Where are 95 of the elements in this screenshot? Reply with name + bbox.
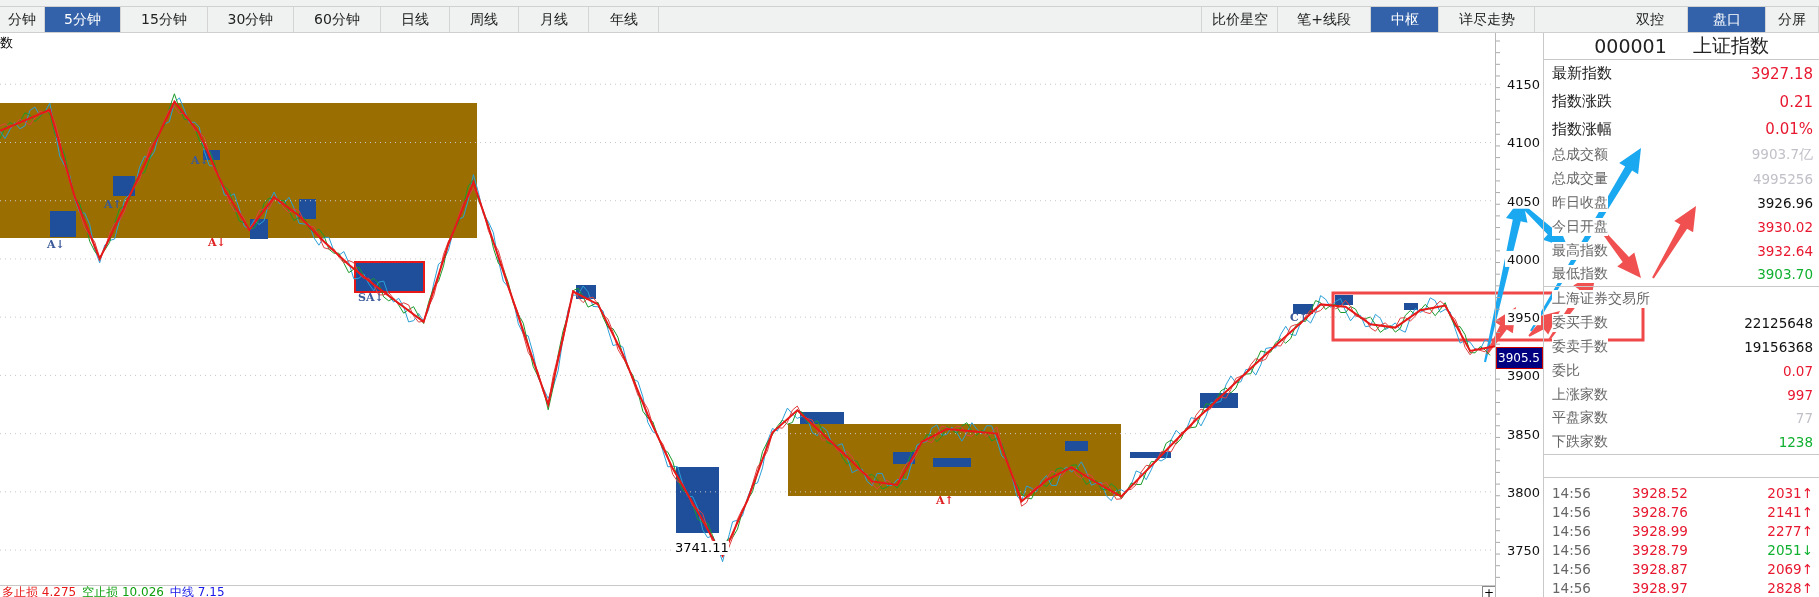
quote-value: 19156368 — [1744, 338, 1813, 355]
current-price-tag: 3905.5 — [1496, 347, 1543, 369]
tick-volume: 2031↑ — [1766, 485, 1813, 502]
quote-value: 3930.02 — [1757, 218, 1813, 235]
quote-value: 4995256 — [1752, 171, 1813, 188]
tick-volume: 2069↑ — [1766, 560, 1813, 577]
quote-value: 3927.18 — [1750, 64, 1813, 83]
indicator-value: 中线 7.15 — [170, 586, 225, 597]
price-axis-label: 3800 — [1506, 484, 1540, 500]
quote-value: 3932.64 — [1757, 242, 1813, 259]
quote-label: 今日开盘 — [1552, 217, 1608, 236]
price-axis-label: 3900 — [1506, 368, 1540, 384]
signal-marker: SA↓ — [358, 292, 384, 304]
stock-name: 上证指数 — [1692, 33, 1769, 58]
quote-value: 1238 — [1778, 434, 1813, 451]
tick-price: 3928.99 — [1632, 523, 1689, 540]
timeframe-tab[interactable]: 周线 — [450, 7, 519, 32]
tick-price: 3928.97 — [1632, 579, 1689, 596]
tick-volume: 2051↓ — [1766, 541, 1813, 558]
low-price-label: 3741.11 — [675, 541, 729, 555]
quote-label: 指数涨跌 — [1552, 92, 1612, 112]
tick-price: 3928.87 — [1632, 560, 1689, 577]
timeframe-tab[interactable]: 日线 — [381, 7, 450, 32]
pivot-block — [113, 176, 135, 196]
indicator-value: 多止损 4.275 — [2, 586, 77, 597]
quote-value: 22125648 — [1744, 315, 1813, 332]
panel-tab[interactable]: 分屏 — [1766, 7, 1819, 32]
price-axis-label: 3750 — [1506, 543, 1540, 559]
tick-price: 3928.79 — [1632, 541, 1689, 558]
signal-marker: A↓ — [47, 239, 65, 251]
quote-label: 最新指数 — [1552, 64, 1612, 84]
quote-label: 总成交量 — [1552, 170, 1608, 189]
tick-time: 14:56 — [1552, 523, 1592, 540]
quote-value: 77 — [1795, 410, 1813, 427]
pivot-block — [299, 199, 316, 219]
pivot-block — [1065, 441, 1088, 451]
pivot-block — [1404, 303, 1418, 310]
quote-value: 0.21 — [1779, 92, 1813, 111]
tick-time: 14:56 — [1552, 579, 1592, 596]
pivot-block — [354, 261, 425, 293]
timeframe-tab[interactable]: 60分钟 — [294, 7, 381, 32]
signal-marker: A↓ — [191, 155, 209, 167]
stock-code: 000001 — [1594, 35, 1667, 57]
pivot-block — [1335, 295, 1353, 305]
view-tab[interactable]: 比价星空 — [1202, 7, 1278, 32]
view-tab[interactable]: 详尽走势 — [1439, 7, 1535, 32]
quote-value: 3903.70 — [1757, 266, 1813, 283]
quote-label: 最低指数 — [1552, 265, 1608, 284]
zoom-button[interactable]: + — [1482, 586, 1495, 597]
price-axis-label: 4000 — [1506, 251, 1540, 267]
price-axis-label: 4150 — [1506, 77, 1540, 93]
exchange-name: 上海证券交易所 — [1552, 290, 1650, 309]
tick-time: 14:56 — [1552, 504, 1592, 521]
quote-value: 9903.7亿 — [1751, 146, 1813, 165]
quote-label: 上涨家数 — [1552, 385, 1608, 404]
timeframe-tab[interactable]: 月线 — [519, 7, 589, 32]
chart-title: 数 — [0, 36, 13, 50]
quote-label: 委买手数 — [1552, 314, 1608, 333]
signal-marker: A↑ — [104, 199, 122, 211]
pivot-block — [1130, 452, 1171, 458]
signal-marker: A↑ — [936, 495, 954, 507]
tick-time: 14:56 — [1552, 541, 1592, 558]
price-axis-label: 3950 — [1506, 310, 1540, 326]
price-axis-label: 4100 — [1506, 135, 1540, 151]
quote-label: 委比 — [1552, 361, 1580, 380]
tick-price: 3928.52 — [1632, 485, 1689, 502]
timeframe-tab[interactable]: 30分钟 — [208, 7, 294, 32]
quote-value: 997 — [1787, 386, 1813, 403]
quote-value: 3926.96 — [1757, 194, 1813, 211]
tick-volume: 2277↑ — [1766, 523, 1813, 540]
pivot-block — [50, 211, 76, 237]
signal-marker: C↑ — [1290, 312, 1308, 324]
quote-label: 总成交额 — [1552, 146, 1608, 165]
pivot-block — [933, 458, 971, 467]
timeframe-tab[interactable]: 年线 — [589, 7, 659, 32]
timeframe-tab[interactable]: 5分钟 — [45, 7, 121, 32]
quote-value: 0.07 — [1782, 362, 1813, 379]
tick-price: 3928.76 — [1632, 504, 1689, 521]
tick-time: 14:56 — [1552, 485, 1592, 502]
price-axis-label: 3850 — [1506, 426, 1540, 442]
signal-marker: A↓ — [208, 237, 226, 249]
quote-value: 0.01% — [1765, 120, 1813, 139]
indicator-value: 空止损 10.026 — [82, 586, 164, 597]
quote-label: 指数涨幅 — [1552, 120, 1612, 139]
pivot-block — [1293, 304, 1313, 314]
quote-label: 委卖手数 — [1552, 337, 1608, 356]
quote-label: 昨日收盘 — [1552, 193, 1608, 212]
panel-tab[interactable]: 盘口 — [1688, 7, 1766, 32]
tick-time: 14:56 — [1552, 560, 1592, 577]
view-tab[interactable]: 中枢 — [1371, 7, 1439, 32]
price-axis-label: 4050 — [1506, 193, 1540, 209]
quote-label: 最高指数 — [1552, 241, 1608, 260]
tick-volume: 2141↑ — [1766, 504, 1813, 521]
tick-volume: 2828↑ — [1766, 579, 1813, 596]
timeframe-tab[interactable]: 15分钟 — [121, 7, 208, 32]
